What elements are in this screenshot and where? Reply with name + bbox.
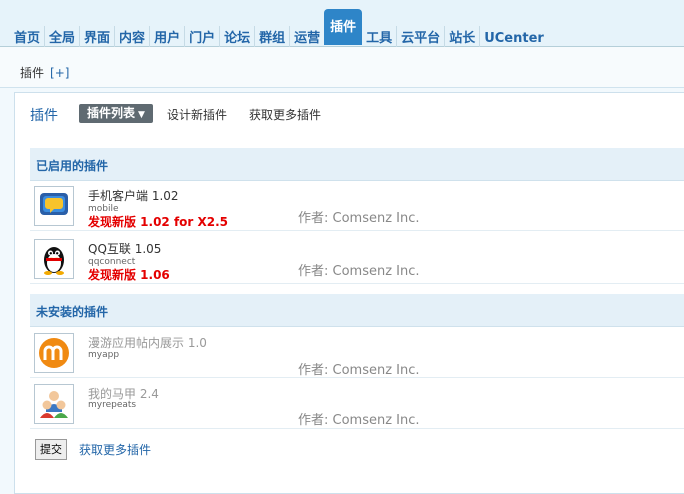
plugin-row-myrepeats: 我的马甲 2.4 myrepeats 作者: Comsenz Inc. [30, 380, 684, 429]
breadcrumb-bar: 插件 [+] [0, 47, 684, 88]
plugin-name: 漫游应用帖内展示 1.0 [88, 336, 207, 350]
plugin-row-mobile: 手机客户端 1.02 mobile 发现新版 1.02 for X2.5 作者:… [30, 182, 684, 231]
section-header-enabled: 已启用的插件 [30, 148, 684, 181]
plugin-id: myrepeats [88, 400, 137, 410]
caret-down-icon: ▼ [138, 110, 145, 120]
get-more-plugins-link[interactable]: 获取更多插件 [249, 106, 321, 123]
update-available-link[interactable]: 发现新版 1.02 for X2.5 [88, 213, 228, 230]
breadcrumb: 插件 [+] [20, 64, 69, 81]
plugin-row-myapp: 漫游应用帖内展示 1.0 myapp 作者: Comsenz Inc. [30, 329, 684, 378]
users-icon [34, 384, 74, 424]
plugin-list-dropdown[interactable]: 插件列表 ▼ [79, 104, 153, 123]
plugin-author: 作者: Comsenz Inc. [298, 363, 420, 378]
nav-tab-plugin[interactable]: 插件 [324, 9, 363, 45]
section-title: 未安装的插件 [36, 305, 109, 319]
plugin-author: 作者: Comsenz Inc. [298, 211, 420, 226]
plugin-author: 作者: Comsenz Inc. [298, 413, 420, 428]
breadcrumb-label: 插件 [20, 66, 45, 80]
qq-penguin-icon [34, 239, 74, 279]
mobile-chat-icon [34, 186, 74, 226]
plugin-name[interactable]: QQ互联 1.05 [88, 240, 161, 257]
section-header-uninstalled: 未安装的插件 [30, 294, 684, 327]
submit-button[interactable]: 提交 [35, 439, 67, 460]
design-plugin-link[interactable]: 设计新插件 [167, 106, 227, 123]
plugin-row-qqconnect: QQ互联 1.05 qqconnect 发现新版 1.06 作者: Comsen… [30, 235, 684, 284]
plugin-author: 作者: Comsenz Inc. [298, 264, 420, 279]
page-title: 插件 [30, 108, 58, 124]
update-available-link[interactable]: 发现新版 1.06 [88, 266, 170, 283]
add-shortcut-link[interactable]: [+] [50, 66, 69, 80]
get-more-plugins-footer-link[interactable]: 获取更多插件 [79, 441, 151, 458]
dropdown-label: 插件列表 [87, 106, 136, 120]
plugin-id: myapp [88, 350, 120, 360]
top-nav: 首页 全局 界面 内容 用户 门户 论坛 群组 运营 插件 工具 云平台 站长 … [0, 0, 684, 53]
plugin-name[interactable]: 手机客户端 1.02 [88, 187, 179, 204]
manyou-m-icon [34, 333, 74, 373]
section-title: 已启用的插件 [36, 159, 109, 173]
